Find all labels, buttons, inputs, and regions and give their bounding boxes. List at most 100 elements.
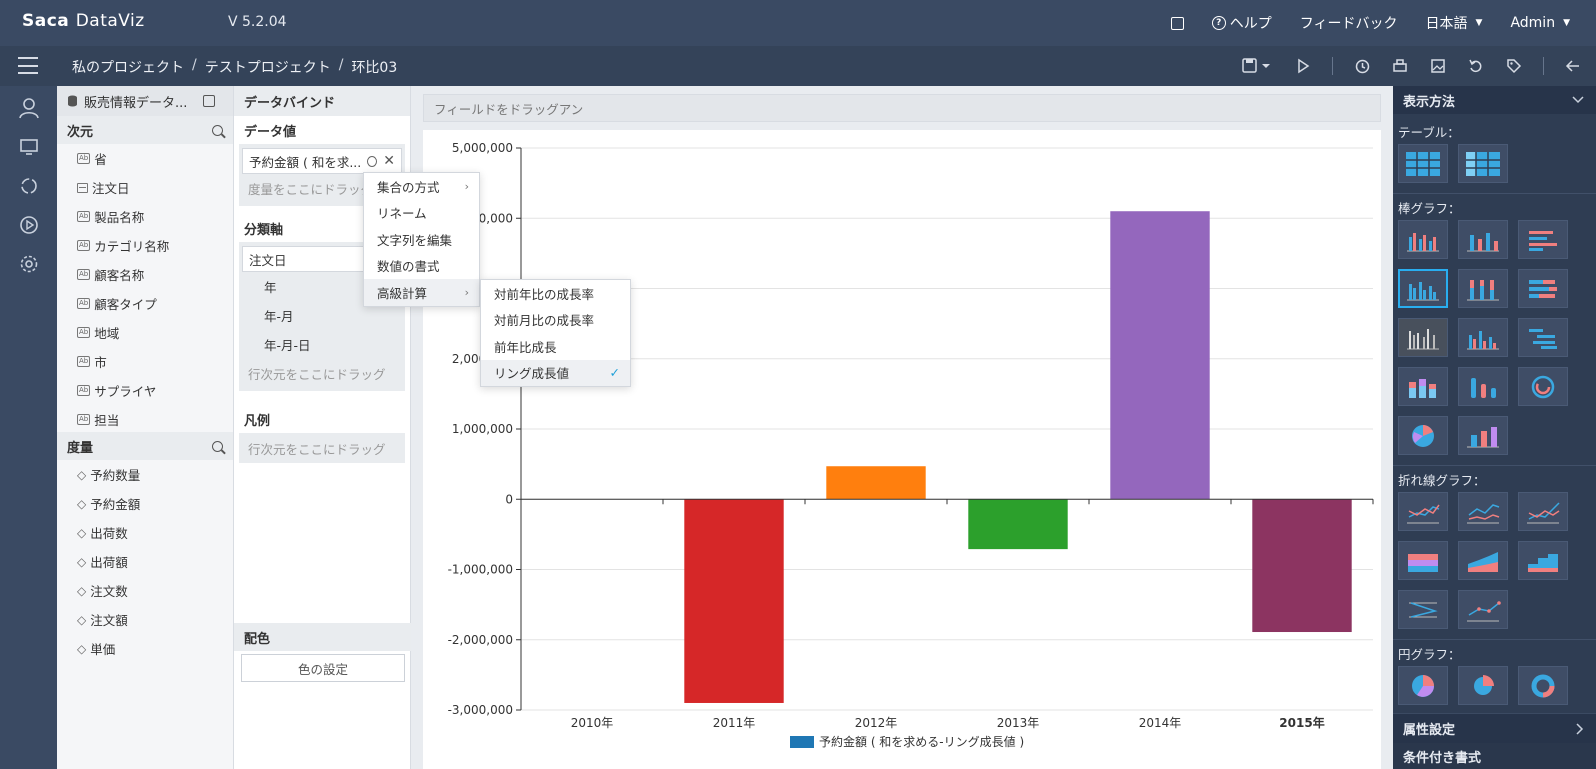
advanced-calc-submenu: 対前年比の成長率 対前月比の成長率 前年比成長 リング成長値 ✓ <box>480 279 631 387</box>
dimensions-header: 次元 <box>57 116 233 144</box>
menu-item-edit-string[interactable]: 文字列を編集 <box>364 226 479 253</box>
pie-chart-icon[interactable] <box>1398 666 1448 705</box>
menu-toggle-icon[interactable] <box>18 57 38 74</box>
dimension-item[interactable]: Ab カテゴリ名称 <box>57 231 233 260</box>
dimensions-list-container[interactable]: Ab 省 注文日 Ab 製品名称 Ab カテゴリ名称 Ab 顧客名称 Ab 顧客タイプ A… <box>57 144 233 432</box>
legend-drop-zone[interactable]: 行次元をここにドラッグ <box>239 433 405 463</box>
dimension-item[interactable]: Ab 担当 <box>57 405 233 432</box>
dimension-item[interactable]: Ab 地域 <box>57 318 233 347</box>
submenu-item-yoy-growth[interactable]: 前年比成長 <box>481 333 630 360</box>
history-icon[interactable] <box>1353 57 1371 75</box>
filter-drop-zone[interactable]: フィールドをドラッグアン <box>423 94 1381 122</box>
print-icon[interactable] <box>1391 57 1409 75</box>
play-icon[interactable] <box>1294 57 1312 75</box>
conditional-format-header[interactable]: 条件付き書式 <box>1393 743 1596 769</box>
checkmark-icon: ✓ <box>609 365 620 381</box>
measure-item[interactable]: ◇ 出荷額 <box>57 547 233 576</box>
measure-item[interactable]: ◇ 予約数量 <box>57 460 233 489</box>
clustered-bar-chart-icon[interactable] <box>1398 220 1448 259</box>
dimension-item[interactable]: Ab 省 <box>57 144 233 173</box>
dimension-item[interactable]: Ab 顧客名称 <box>57 260 233 289</box>
display-method-header[interactable]: 表示方法 <box>1393 86 1596 114</box>
rose-pie-chart-icon[interactable] <box>1458 666 1508 705</box>
grouped-bar-chart-icon[interactable] <box>1398 318 1448 357</box>
settings-gear-icon[interactable] <box>0 244 57 283</box>
waterfall-bar-chart-icon[interactable] <box>1458 318 1508 357</box>
radial-bar-chart-icon[interactable] <box>1518 367 1568 406</box>
measure-item[interactable]: ◇ 出荷数 <box>57 518 233 547</box>
measure-item[interactable]: ◇ 予約金額 <box>57 489 233 518</box>
feedback-link[interactable]: フィードバック <box>1300 13 1398 33</box>
table-chart-icon[interactable] <box>1398 144 1448 183</box>
bar-chart-selected-icon[interactable] <box>1398 269 1448 308</box>
edit-datasource-icon[interactable] <box>203 95 216 107</box>
menu-item-advanced-calc[interactable]: 高級計算 › <box>364 279 479 306</box>
tag-icon[interactable] <box>1505 57 1523 75</box>
horizontal-stacked-bar-chart-icon[interactable] <box>1518 269 1568 308</box>
caret-down-icon: ▼ <box>1563 18 1570 28</box>
gantt-bar-chart-icon[interactable] <box>1518 318 1568 357</box>
back-arrow-icon[interactable] <box>1564 57 1582 75</box>
slope-line-chart-icon[interactable] <box>1398 590 1448 629</box>
help-icon: ? <box>1211 16 1226 30</box>
dimension-item[interactable]: Ab 製品名称 <box>57 202 233 231</box>
measure-item[interactable]: ◇ 単価 <box>57 634 233 663</box>
cylinder-bar-chart-icon[interactable] <box>1458 367 1508 406</box>
menu-item-rename[interactable]: リネーム <box>364 200 479 227</box>
dimension-item[interactable]: Ab 市 <box>57 347 233 376</box>
polar-bar-chart-icon[interactable] <box>1398 416 1448 455</box>
measure-item[interactable]: ◇ 注文額 <box>57 605 233 634</box>
stacked-bar-chart-icon[interactable] <box>1458 220 1508 259</box>
menu-item-number-format[interactable]: 数値の書式 <box>364 253 479 280</box>
datasource-header[interactable]: 販売情報データ... <box>57 86 233 116</box>
donut-chart-icon[interactable] <box>1518 666 1568 705</box>
stacked-line-chart-icon[interactable] <box>1518 492 1568 531</box>
axis-granularity-year-month-day[interactable]: 年-月-日 <box>242 330 402 359</box>
horizontal-bar-chart-icon[interactable] <box>1518 220 1568 259</box>
step-area-chart-icon[interactable] <box>1518 541 1568 580</box>
3d-bar-chart-icon[interactable] <box>1398 367 1448 406</box>
dimension-item[interactable]: Ab サプライヤ <box>57 376 233 405</box>
combo-bar-chart-icon[interactable] <box>1458 416 1508 455</box>
area-chart-icon[interactable] <box>1398 541 1448 580</box>
x-tick-label: 2013年 <box>997 716 1040 730</box>
undo-icon[interactable] <box>1467 57 1485 75</box>
breadcrumb-item-test-project[interactable]: テストプロジェクト <box>205 57 331 77</box>
save-icon[interactable] <box>1240 57 1274 75</box>
menu-item-aggregation[interactable]: 集合の方式 › <box>364 173 479 200</box>
breadcrumb-item-my-projects[interactable]: 私のプロジェクト <box>72 57 184 77</box>
measure-tag-icon: ◇ <box>77 612 87 627</box>
measure-tag-icon: ◇ <box>77 496 87 511</box>
measure-tag-icon: ◇ <box>77 525 87 540</box>
stacked-area-chart-icon[interactable] <box>1458 541 1508 580</box>
play-circle-icon[interactable] <box>0 205 57 244</box>
submenu-item-mom-rate[interactable]: 対前月比の成長率 <box>481 307 630 334</box>
search-icon[interactable] <box>212 440 223 452</box>
color-settings-button[interactable]: 色の設定 <box>241 654 405 682</box>
percent-bar-chart-icon[interactable] <box>1458 269 1508 308</box>
monitor-icon[interactable] <box>0 127 57 166</box>
user-icon[interactable] <box>0 88 57 127</box>
edit-page-button[interactable] <box>1170 16 1184 30</box>
measure-item[interactable]: ◇ 注文数 <box>57 576 233 605</box>
pivot-table-chart-icon[interactable] <box>1458 144 1508 183</box>
close-icon[interactable]: ✕ <box>383 153 395 169</box>
scatter-line-chart-icon[interactable] <box>1458 590 1508 629</box>
language-dropdown[interactable]: 日本語 ▼ <box>1426 13 1483 33</box>
app-logo[interactable]: Saca DataViz <box>22 11 145 31</box>
gear-icon[interactable] <box>367 155 378 167</box>
attribute-settings-header[interactable]: 属性設定 <box>1393 713 1596 743</box>
submenu-item-ring-growth[interactable]: リング成長値 ✓ <box>481 359 630 386</box>
dimension-item[interactable]: 注文日 <box>57 173 233 202</box>
dimension-item[interactable]: Ab 顧客タイプ <box>57 289 233 318</box>
chart-bar <box>968 499 1068 550</box>
multi-line-chart-icon[interactable] <box>1458 492 1508 531</box>
cycle-icon[interactable] <box>0 166 57 205</box>
search-icon[interactable] <box>212 124 223 136</box>
line-chart-icon[interactable] <box>1398 492 1448 531</box>
user-menu[interactable]: Admin ▼ <box>1510 15 1570 31</box>
image-icon[interactable] <box>1429 57 1447 75</box>
help-link[interactable]: ? ヘルプ <box>1211 13 1272 33</box>
value-field-chip[interactable]: 予約金額 ( 和を求... ✕ <box>242 148 402 174</box>
submenu-item-yoy-rate[interactable]: 対前年比の成長率 <box>481 280 630 307</box>
